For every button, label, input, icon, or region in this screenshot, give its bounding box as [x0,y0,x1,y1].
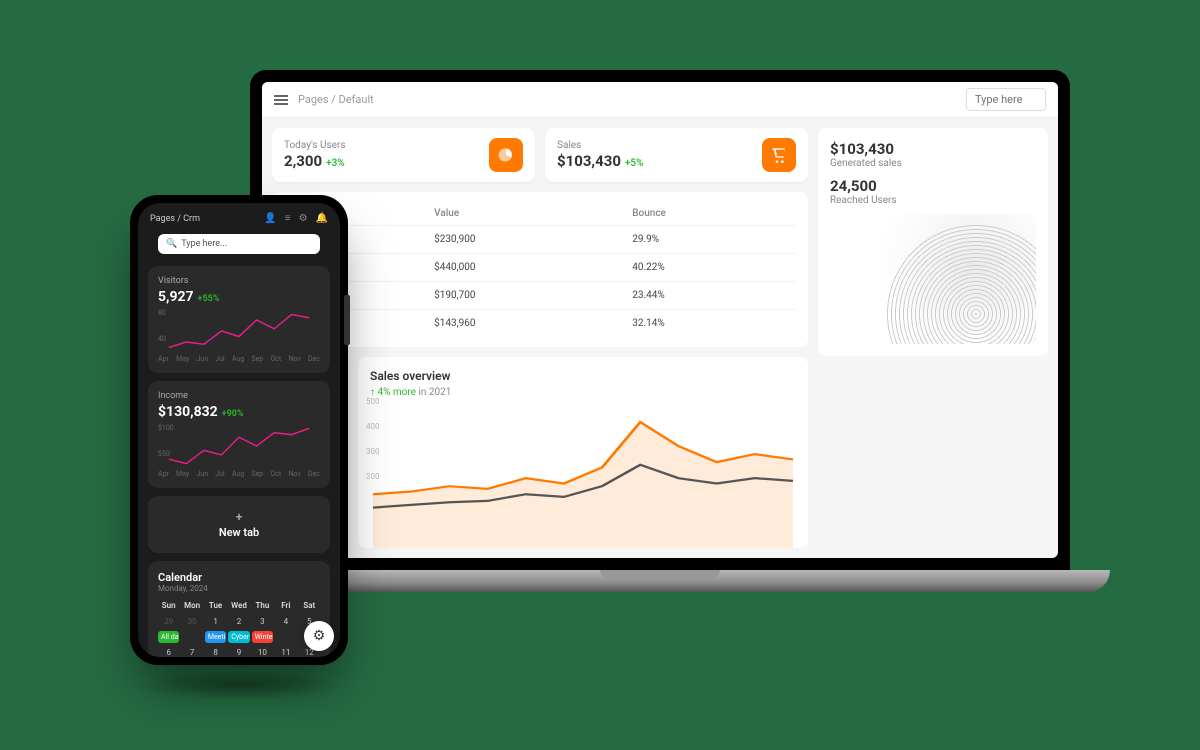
calendar-event[interactable]: All da [158,631,179,643]
summary-sales: $103,430 [830,140,1036,158]
pie-icon [489,138,523,172]
card-change: +90% [222,409,244,419]
search-input[interactable] [966,88,1046,111]
plus-icon: + [148,510,330,524]
stat-label: Today's Users [284,140,346,151]
visitors-card[interactable]: Visitors 5,927 +55% 80 40 AprMayJunJulAu… [148,266,330,373]
income-card[interactable]: Income $130,832 +90% $100 $50 AprMayJunJ… [148,381,330,488]
gear-icon: ⚙ [313,628,326,644]
calendar-day-header: Tue [205,599,226,612]
cart-icon [762,138,796,172]
topbar: Pages / Default [262,82,1058,118]
calendar-day-header: Sat [299,599,320,612]
bell-icon[interactable]: 🔔 [316,213,328,224]
breadcrumb[interactable]: Pages / Crm [150,214,200,224]
calendar-day[interactable]: 2 [228,614,249,629]
calendar-day[interactable]: 29 [158,614,179,629]
phone-topbar: Pages / Crm 👤 ≡ ⚙ 🔔 [138,203,340,230]
card-value: $130,832 [158,404,218,420]
calendar-day-header: Wed [228,599,249,612]
search-icon: 🔍 [166,239,177,249]
calendar-day[interactable]: 7 [181,645,202,657]
new-tab-button[interactable]: + New tab [148,496,330,553]
x-axis: AprMayJunJulAugSepOctNovDec [158,470,320,478]
gear-icon[interactable]: ⚙ [299,213,308,224]
th-bounce[interactable]: Bounce [624,202,796,226]
calendar-subtitle: Monday, 2024 [158,584,320,593]
calendar-event[interactable]: Cyber [228,631,249,643]
data-table: Sales Value Bounce 2500$230,90029.9%3.90… [272,192,808,347]
stat-value: $103,430 [557,152,621,170]
stat-value: 2,300 [284,152,322,170]
search-input[interactable]: 🔍 Type here... [158,234,320,254]
stat-change: +5% [625,158,644,169]
x-axis: AprMayJunJulAugSepOctNovDec [158,355,320,363]
calendar-day[interactable]: 4 [275,614,296,629]
stat-label: Sales [557,140,644,151]
user-icon[interactable]: 👤 [264,213,276,224]
calendar-day-header: Thu [252,599,273,612]
list-icon[interactable]: ≡ [285,213,291,224]
stat-card-sales[interactable]: Sales $103,430 +5% [545,128,808,182]
calendar-day[interactable]: 11 [275,645,296,657]
card-label: Income [158,391,320,401]
phone-shadow [140,670,340,700]
phone-app: Pages / Crm 👤 ≡ ⚙ 🔔 🔍 Type here... Visit… [138,203,340,657]
content: Today's Users 2,300 +3% Sales $103,430 +… [262,118,1058,558]
calendar-event[interactable]: Winte [252,631,273,643]
calendar-day[interactable]: 3 [252,614,273,629]
calendar-grid: SunMonTueWedThuFriSat293012345All daMeet… [158,599,320,657]
stat-change: +3% [326,158,345,169]
stat-card-users[interactable]: Today's Users 2,300 +3% [272,128,535,182]
calendar-day-header: Sun [158,599,179,612]
card-value: 5,927 [158,289,194,305]
summary-users: 24,500 [830,177,1036,195]
card-change: +55% [198,294,220,304]
dashboard-app: Pages / Default Today's Users 2,300 +3% [262,82,1058,558]
calendar-day[interactable]: 30 [181,614,202,629]
table-row[interactable]: 1.400$190,70023.44% [284,282,796,310]
right-column: $103,430 Generated sales 24,500 Reached … [818,128,1048,548]
globe-graphic [830,214,1036,344]
calendar-day[interactable]: 10 [252,645,273,657]
th-value[interactable]: Value [426,202,624,226]
left-column: Today's Users 2,300 +3% Sales $103,430 +… [272,128,808,548]
calendar-day[interactable]: 9 [228,645,249,657]
table-row[interactable]: 2500$230,90029.9% [284,226,796,254]
line-chart [358,414,808,548]
phone-device: Pages / Crm 👤 ≡ ⚙ 🔔 🔍 Type here... Visit… [130,195,348,665]
summary-card: $103,430 Generated sales 24,500 Reached … [818,128,1048,356]
overview-title: Sales overview [370,369,796,383]
calendar-day-header: Fri [275,599,296,612]
stat-cards-row: Today's Users 2,300 +3% Sales $103,430 +… [272,128,808,182]
settings-fab[interactable]: ⚙ [304,621,334,651]
card-label: Visitors [158,276,320,286]
table-row[interactable]: 3.900$440,00040.22% [284,254,796,282]
sales-overview-card[interactable]: Sales overview ↑ 4% more in 2021 5004003… [358,357,808,548]
sparkline [158,309,320,353]
calendar-card[interactable]: Calendar Monday, 2024 SunMonTueWedThuFri… [148,561,330,657]
calendar-day[interactable]: 8 [205,645,226,657]
sparkline [158,424,320,468]
calendar-day[interactable]: 1 [205,614,226,629]
table-row[interactable]: 562$143,96032.14% [284,310,796,338]
summary-users-label: Reached Users [830,195,1036,206]
calendar-title: Calendar [158,571,320,584]
laptop-screen: Pages / Default Today's Users 2,300 +3% [250,70,1070,570]
calendar-event[interactable]: Meeti [205,631,226,643]
menu-icon[interactable] [274,95,288,105]
summary-sales-label: Generated sales [830,158,1036,169]
calendar-day[interactable]: 6 [158,645,179,657]
overview-subtitle: ↑ 4% more in 2021 [370,387,796,398]
calendar-day-header: Mon [181,599,202,612]
breadcrumb[interactable]: Pages / Default [298,93,374,106]
